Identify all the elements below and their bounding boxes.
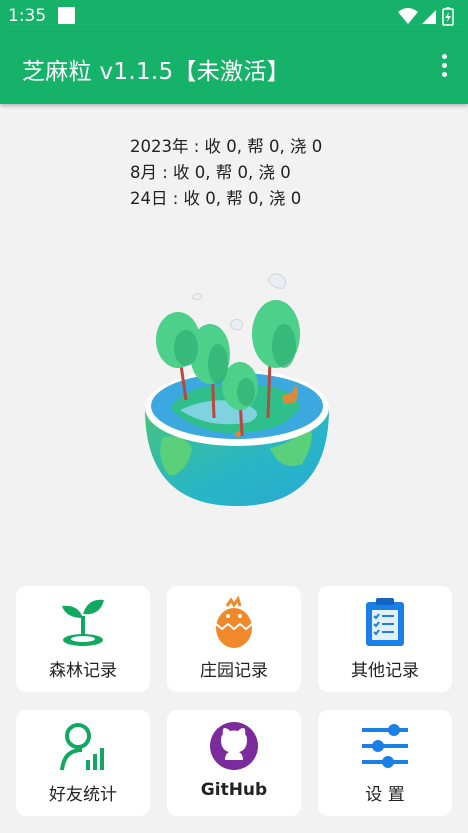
stats-panel: 2023年 : 收 0, 帮 0, 浇 0 8月 : 收 0, 帮 0, 浇 0…	[130, 134, 322, 212]
clipboard-checklist-icon	[366, 598, 404, 646]
stats-day: 24日 : 收 0, 帮 0, 浇 0	[130, 189, 302, 208]
wifi-icon	[398, 8, 418, 24]
stats-month: 8月 : 收 0, 帮 0, 浇 0	[130, 163, 291, 182]
forest-records-button[interactable]: 森林记录	[16, 586, 150, 692]
user-stats-icon	[60, 723, 104, 771]
signal-icon	[422, 10, 436, 24]
chick-egg-icon	[215, 596, 253, 648]
forest-globe-illustration	[145, 273, 329, 506]
farm-records-label: 庄园记录	[200, 661, 268, 681]
friend-stats-label: 好友统计	[49, 785, 117, 805]
app-bar: 芝麻粒 v1.1.5【未激活】	[0, 32, 468, 104]
sliders-icon	[362, 724, 408, 768]
forest-records-label: 森林记录	[49, 661, 117, 681]
github-label: GitHub	[200, 780, 268, 800]
friend-stats-button[interactable]: 好友统计	[16, 710, 150, 816]
more-vert-icon[interactable]	[440, 54, 448, 82]
other-records-button[interactable]: 其他记录	[318, 586, 452, 692]
settings-label: 设 置	[365, 785, 405, 805]
stats-year: 2023年 : 收 0, 帮 0, 浇 0	[130, 137, 323, 156]
github-icon	[210, 722, 258, 770]
notification-icon	[58, 7, 75, 24]
app-title: 芝麻粒 v1.1.5【未激活】	[22, 59, 290, 85]
status-icons	[398, 7, 454, 26]
status-time: 1:35	[8, 6, 47, 26]
github-button[interactable]: GitHub	[167, 710, 301, 816]
farm-records-button[interactable]: 庄园记录	[167, 586, 301, 692]
status-bar: 1:35	[0, 0, 468, 32]
other-records-label: 其他记录	[351, 661, 419, 681]
sprout-icon	[62, 599, 104, 646]
battery-icon	[442, 7, 454, 26]
settings-button[interactable]: 设 置	[318, 710, 452, 816]
